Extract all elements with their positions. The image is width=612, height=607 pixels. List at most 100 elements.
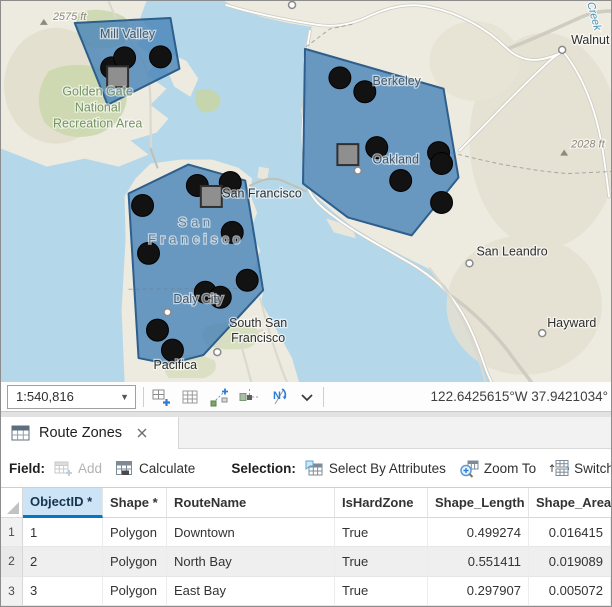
edit-vertices-icon[interactable] <box>209 387 230 407</box>
tab-title: Route Zones <box>39 425 122 441</box>
map-label-ggnra-line1: Golden Gate <box>62 85 133 99</box>
cell-shape-length[interactable]: 0.499274 <box>428 518 529 547</box>
cell-ishardzone[interactable]: True <box>335 577 428 606</box>
cell-routename[interactable]: North Bay <box>167 547 335 576</box>
column-header-shape-area[interactable]: Shape_Area <box>529 488 612 518</box>
town-marker <box>214 349 221 356</box>
cell-ishardzone[interactable]: True <box>335 518 428 547</box>
map-label-mill-valley: Mill Valley <box>100 27 156 41</box>
cell-routename[interactable]: Downtown <box>167 518 335 547</box>
map-label-san-francisco: San Francisco <box>222 186 302 200</box>
separator <box>323 387 324 407</box>
zoom-to-button[interactable]: Zoom To <box>459 459 536 478</box>
select-by-attributes-icon <box>305 460 324 477</box>
calculate-button[interactable]: Calculate <box>115 460 195 477</box>
map-label-elev-2575: 2575 ft <box>52 11 87 23</box>
table-row: 3 3 Polygon East Bay True 0.297907 0.005… <box>1 577 611 606</box>
stop-marker[interactable] <box>150 46 172 68</box>
map-label-sf-area-line2: Francisco <box>148 231 244 246</box>
map-label-berkeley: Berkeley <box>372 74 421 88</box>
map-label-hayward: Hayward <box>547 316 596 330</box>
cell-shape[interactable]: Polygon <box>103 577 167 606</box>
map-label-oakland: Oakland <box>373 153 419 167</box>
facility-marker[interactable] <box>337 144 358 165</box>
stop-marker[interactable] <box>236 269 258 291</box>
cell-routename[interactable]: East Bay <box>167 577 335 606</box>
table-tab-strip: Route Zones <box>1 412 611 449</box>
map-label-ggnra-line2: National <box>75 101 121 115</box>
map-label-elev-2028: 2028 ft <box>570 139 605 151</box>
cell-objectid[interactable]: 1 <box>23 518 103 547</box>
cell-objectid[interactable]: 2 <box>23 547 103 576</box>
town-marker <box>539 330 546 337</box>
grid-icon[interactable] <box>181 387 200 407</box>
selection-group-label: Selection: <box>231 461 296 476</box>
column-header-ishardzone[interactable]: IsHardZone <box>335 488 428 518</box>
svg-text:N: N <box>273 390 281 402</box>
town-marker <box>354 167 361 174</box>
cell-shape[interactable]: Polygon <box>103 518 167 547</box>
calculate-icon <box>115 460 134 477</box>
facility-marker[interactable] <box>201 186 222 207</box>
add-grid-icon[interactable] <box>151 387 172 407</box>
town-marker <box>164 309 171 316</box>
cell-shape-length[interactable]: 0.551411 <box>428 547 529 576</box>
stop-marker[interactable] <box>431 153 453 175</box>
map-label-south-sf-line1: South San <box>229 316 287 330</box>
attribute-table: ObjectID * Shape * RouteName IsHardZone … <box>1 488 611 606</box>
cell-shape-length[interactable]: 0.297907 <box>428 577 529 606</box>
switch-selection-label: Switch <box>574 461 611 476</box>
column-header-routename[interactable]: RouteName <box>167 488 335 518</box>
column-header-shape[interactable]: Shape * <box>103 488 167 518</box>
select-by-attributes-button[interactable]: Select By Attributes <box>305 460 446 477</box>
map-label-pacifica: Pacifica <box>154 358 198 372</box>
stop-marker[interactable] <box>329 67 351 89</box>
tab-route-zones[interactable]: Route Zones <box>1 417 179 449</box>
cell-shape-area[interactable]: 0.019089 <box>529 547 611 576</box>
snapping-icon[interactable] <box>239 387 260 407</box>
table-icon <box>11 425 30 441</box>
stop-marker[interactable] <box>390 170 412 192</box>
add-field-label: Add <box>78 461 102 476</box>
town-marker <box>289 1 296 8</box>
coordinate-readout: 122.6425615°W 37.9421034° <box>431 389 611 404</box>
cell-shape-area[interactable]: 0.016415 <box>529 518 611 547</box>
switch-selection-button[interactable]: Switch <box>549 459 611 477</box>
cell-shape[interactable]: Polygon <box>103 547 167 576</box>
map-label-sf-area-line1: San <box>178 214 215 229</box>
select-all-corner[interactable] <box>1 488 23 518</box>
stop-marker[interactable] <box>132 194 154 216</box>
more-chevron-icon[interactable] <box>298 388 316 406</box>
map-label-ggnra-line3: Recreation Area <box>53 117 142 131</box>
row-selector[interactable]: 1 <box>1 518 23 547</box>
map-scale-combobox[interactable]: 1:540,816 ▼ <box>7 385 136 409</box>
cell-objectid[interactable]: 3 <box>23 577 103 606</box>
map-view[interactable]: 2575 ft Mill Valley Golden Gate National Rec… <box>1 1 611 382</box>
table-header-row: ObjectID * Shape * RouteName IsHardZone … <box>1 488 611 518</box>
map-label-walnut: Walnut <box>571 33 610 47</box>
north-arrow-icon[interactable]: N <box>269 386 289 407</box>
stop-marker[interactable] <box>431 192 453 214</box>
separator <box>143 387 144 407</box>
select-by-attributes-label: Select By Attributes <box>329 461 446 476</box>
dropdown-caret-icon[interactable]: ▼ <box>120 392 135 402</box>
column-header-shape-length[interactable]: Shape_Length <box>428 488 529 518</box>
column-header-objectid[interactable]: ObjectID * <box>23 488 103 518</box>
table-toolbar: Field: Add Calculate Selection: Select B… <box>1 449 611 488</box>
arcgis-window: 2575 ft Mill Valley Golden Gate National Rec… <box>0 0 612 607</box>
cell-ishardzone[interactable]: True <box>335 547 428 576</box>
town-marker <box>559 46 566 53</box>
field-group-label: Field: <box>9 461 45 476</box>
zoom-to-icon <box>459 459 479 478</box>
close-icon[interactable] <box>135 426 149 440</box>
cell-shape-area[interactable]: 0.005072 <box>529 577 611 606</box>
add-field-button[interactable]: Add <box>54 460 102 477</box>
calculate-label: Calculate <box>139 461 195 476</box>
map-status-bar: 1:540,816 ▼ <box>1 382 611 412</box>
stop-marker[interactable] <box>147 319 169 341</box>
table-row: 1 1 Polygon Downtown True 0.499274 0.016… <box>1 518 611 547</box>
row-selector[interactable]: 2 <box>1 547 23 576</box>
town-marker <box>466 260 473 267</box>
row-selector[interactable]: 3 <box>1 577 23 606</box>
map-scale-value: 1:540,816 <box>8 389 120 404</box>
